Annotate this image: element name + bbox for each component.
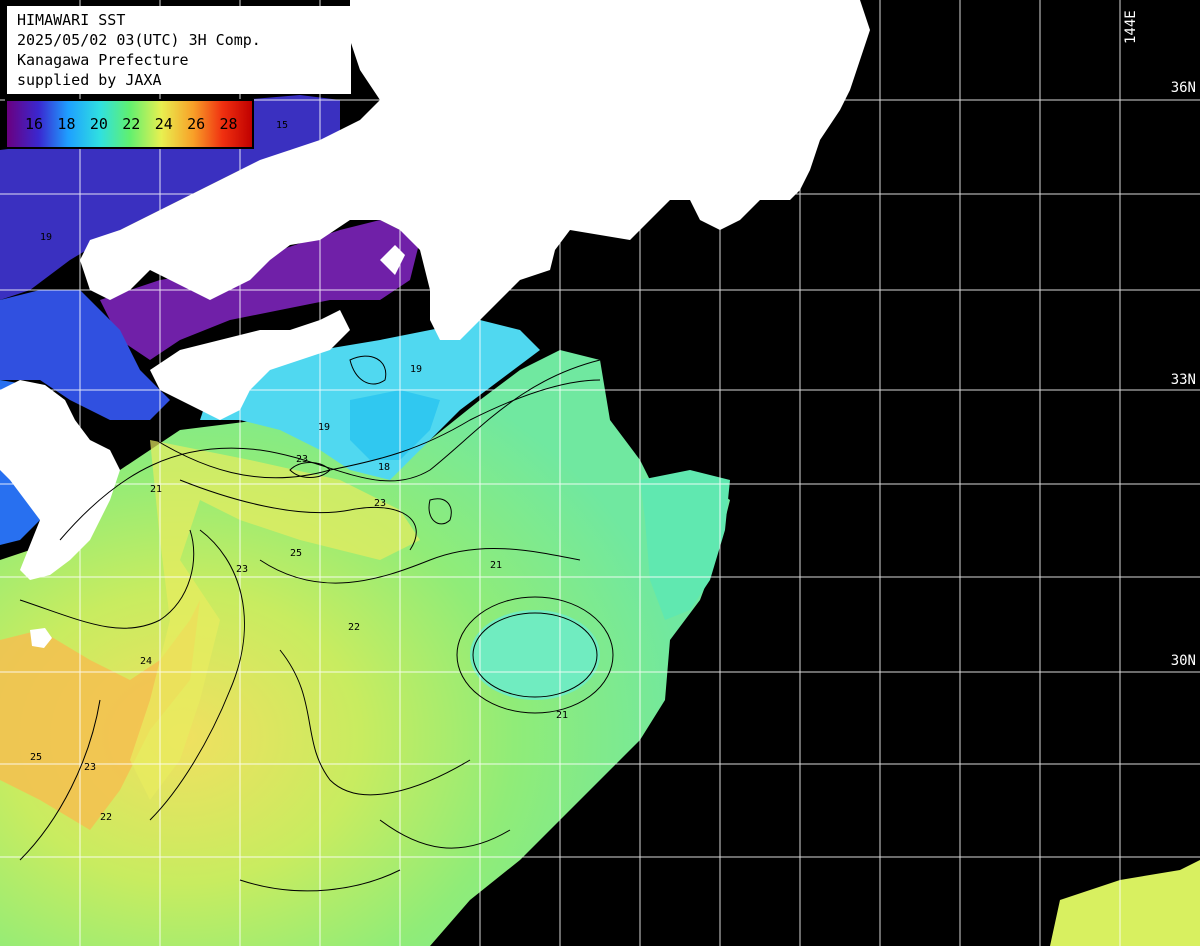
sea-cool-eddy xyxy=(470,610,600,700)
contour-label: 15 xyxy=(276,120,288,131)
contour-label: 19 xyxy=(40,232,52,243)
title-text: HIMAWARI SST xyxy=(17,11,126,29)
contour-label: 23 xyxy=(236,564,248,575)
legend-tick: 16 xyxy=(25,115,44,133)
contour-label: 25 xyxy=(30,752,42,763)
lat-label-30n: 30N xyxy=(1170,653,1196,669)
info-box: HIMAWARI SST 2025/05/02 03(UTC) 3H Comp.… xyxy=(7,6,351,94)
legend-tick: 18 xyxy=(57,115,76,133)
contour-label: 25 xyxy=(290,548,302,559)
lat-label-36n: 36N xyxy=(1170,80,1196,96)
legend-tick: 22 xyxy=(122,115,141,133)
contour-label: 24 xyxy=(140,656,152,667)
temperature-legend: 16 18 20 22 24 26 28 xyxy=(5,99,254,149)
lon-label-144e: 144E xyxy=(1123,10,1139,44)
contour-label: 22 xyxy=(100,812,112,823)
credit-text: supplied by JAXA xyxy=(17,71,162,89)
legend-tick: 24 xyxy=(154,115,173,133)
contour-label: 23 xyxy=(374,498,386,509)
legend-tick: 28 xyxy=(219,115,238,133)
contour-label: 23 xyxy=(84,762,96,773)
timestamp-text: 2025/05/02 03(UTC) 3H Comp. xyxy=(17,31,261,49)
contour-label: 19 xyxy=(410,364,422,375)
contour-label: 19 xyxy=(318,422,330,433)
contour-label: 22 xyxy=(348,622,360,633)
lat-label-33n: 33N xyxy=(1170,372,1196,388)
contour-label: 18 xyxy=(378,462,390,473)
contour-label: 21 xyxy=(150,484,162,495)
legend-tick: 26 xyxy=(187,115,206,133)
contour-label: 21 xyxy=(556,710,568,721)
contour-label: 23 xyxy=(296,454,308,465)
contour-label: 21 xyxy=(490,560,502,571)
region-text: Kanagawa Prefecture xyxy=(17,51,189,69)
legend-tick: 20 xyxy=(89,115,108,133)
lon-label-136e: 136E xyxy=(483,10,499,44)
